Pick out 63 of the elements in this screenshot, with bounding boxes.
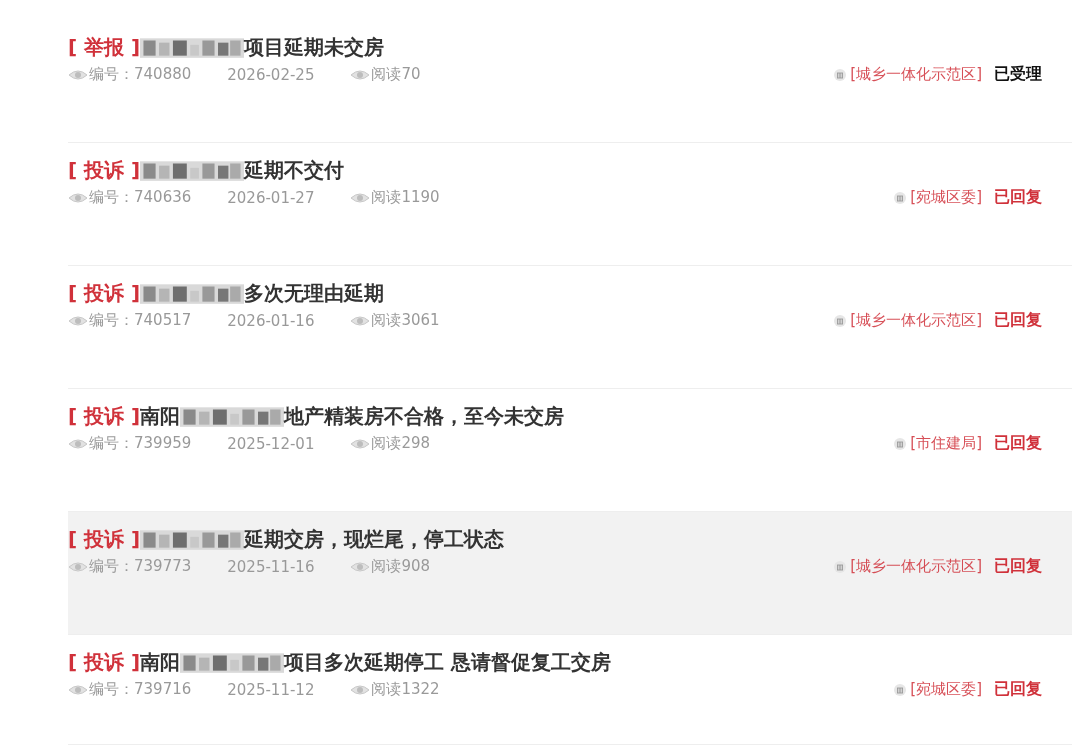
eye-icon [350,314,371,327]
read-count: 阅读70 [371,65,421,84]
department-link[interactable]: [宛城区委] [910,188,982,207]
item-title[interactable]: 地产精装房不合格，至今未交房 [284,402,565,430]
building-icon [894,191,907,204]
building-icon [834,560,847,573]
department-link[interactable]: [城乡一体化示范区] [850,65,982,84]
read-count: 阅读1190 [371,188,440,207]
eye-icon [68,68,88,81]
item-number: 编号：740636 [89,188,192,207]
item-date: 2026-02-25 [227,65,315,84]
item-date: 2025-11-12 [227,680,315,699]
item-title[interactable]: 南阳 [140,402,181,430]
category-tag: [ 举报 ] [68,33,141,61]
item-number: 编号：739773 [89,557,192,576]
eye-icon [68,683,88,696]
item-date: 2026-01-27 [227,188,315,207]
read-count: 阅读3061 [371,311,440,330]
item-title[interactable]: 延期交房，现烂尾，停工状态 [244,525,505,553]
eye-icon [350,683,371,696]
eye-icon [350,191,371,204]
building-icon [834,314,847,327]
status-label: 已回复 [994,433,1042,454]
category-tag: [ 投诉 ] [68,648,141,676]
department-link[interactable]: [城乡一体化示范区] [850,557,982,576]
building-icon [894,437,907,450]
item-number: 编号：739716 [89,680,192,699]
eye-icon [350,437,371,450]
item-title[interactable]: 南阳 [140,648,181,676]
item-number: 编号：740517 [89,311,192,330]
status-label: 已回复 [994,310,1042,331]
item-title[interactable]: 多次无理由延期 [244,279,385,307]
item-title[interactable]: 项目延期未交房 [244,33,385,61]
eye-icon [350,68,371,81]
eye-icon [350,560,371,573]
department-link[interactable]: [城乡一体化示范区] [850,311,982,330]
read-count: 阅读908 [371,557,431,576]
status-label: 已回复 [994,187,1042,208]
status-label: 已回复 [994,556,1042,577]
building-icon [894,683,907,696]
category-tag: [ 投诉 ] [68,156,141,184]
category-tag: [ 投诉 ] [68,525,141,553]
read-count: 阅读1322 [371,680,440,699]
list-row[interactable]: [ 投诉 ] 延期交房，现烂尾，停工状态 编号：739773 2025-11-16 阅读908 [城乡一体化示范区] 已回复 [68,512,1072,635]
item-title[interactable]: 延期不交付 [244,156,345,184]
item-date: 2026-01-16 [227,311,315,330]
item-date: 2025-12-01 [227,434,315,453]
item-date: 2025-11-16 [227,557,315,576]
eye-icon [68,191,88,204]
department-link[interactable]: [宛城区委] [910,680,982,699]
status-label: 已受理 [994,64,1042,85]
status-label: 已回复 [994,679,1042,700]
department-link[interactable]: [市住建局] [910,434,982,453]
eye-icon [68,314,88,327]
eye-icon [68,437,88,450]
item-number: 编号：740880 [89,65,192,84]
item-title[interactable]: 项目多次延期停工 恳请督促复工交房 [284,648,612,676]
category-tag: [ 投诉 ] [68,279,141,307]
building-icon [834,68,847,81]
eye-icon [68,560,88,573]
read-count: 阅读298 [371,434,431,453]
category-tag: [ 投诉 ] [68,402,141,430]
item-number: 编号：739959 [89,434,192,453]
